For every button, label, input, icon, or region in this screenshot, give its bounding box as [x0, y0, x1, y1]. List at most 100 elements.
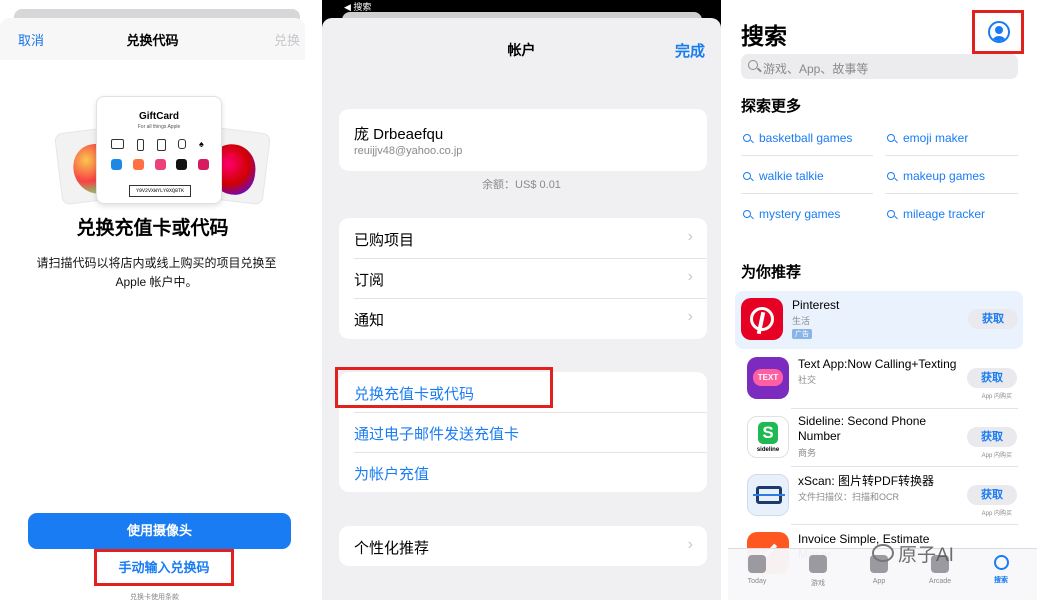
account-info-card[interactable]: 庞 Drbeaefqu reuijjv48@yahoo.co.jp	[339, 109, 707, 171]
highlight-box	[335, 367, 553, 408]
menu-item-notifications[interactable]: 通知 ›	[354, 298, 707, 338]
manual-entry-button[interactable]: 手动输入兑换码	[94, 549, 234, 586]
iphone-icon	[136, 139, 144, 151]
in-app-purchase-note: App 内购买	[981, 453, 1012, 459]
app-row-xscan[interactable]: xScan: 图片转PDF转换器 文件扫描仪：扫描和OCR 获取 App 内购买	[741, 467, 1022, 525]
star-icon	[198, 159, 209, 170]
app-row-sideline[interactable]: S sideline Sideline: Second Phone Number…	[741, 409, 1022, 467]
search-placeholder: 游戏、App、故事等	[763, 62, 869, 76]
arcade-icon	[132, 159, 144, 170]
device-icons: ♠	[111, 139, 209, 151]
account-balance: 余额：US$ 0.01	[482, 179, 561, 191]
app-row-pinterest[interactable]: Pinterest 生活 广告 获取	[735, 291, 1023, 349]
account-panel: ◀ 搜索 帐户 完成 庞 Drbeaefqu reuijjv48@yahoo.c…	[322, 0, 721, 600]
account-email: reuijjv48@yahoo.co.jp	[354, 145, 463, 157]
page-title: 搜索	[741, 23, 787, 49]
wechat-watermark-icon	[872, 544, 894, 562]
get-button[interactable]: 获取	[967, 427, 1017, 447]
airpods-icon: ♠	[199, 139, 204, 149]
watermark: 原子AI	[898, 545, 954, 566]
gift-card: GiftCard For all things Apple ♠ Y9V2VXWY…	[96, 96, 222, 204]
app-category: 生活	[792, 316, 811, 326]
divider	[885, 193, 1018, 194]
account-menu: 已购项目 › 订阅 › 通知 ›	[339, 218, 707, 339]
search-panel: 搜索 游戏、App、故事等 探索更多 basketball games emoj…	[728, 0, 1037, 600]
redeem-description: 请扫描代码以将店内或线上购买的项目兑换至 Apple 帐户中。	[36, 256, 277, 289]
search-icon	[743, 210, 751, 218]
gift-card-code: Y9V2VXWYLY0XQ8TK	[129, 185, 191, 197]
suggestion-link[interactable]: mileage tracker	[887, 207, 985, 221]
search-icon	[743, 172, 751, 180]
app-category: 文件扫描仪：扫描和OCR	[798, 492, 900, 502]
today-icon	[748, 555, 766, 573]
tab-today[interactable]: Today	[737, 555, 777, 585]
mac-icon	[111, 139, 124, 149]
pinterest-icon	[741, 298, 783, 340]
use-camera-button[interactable]: 使用摄像头	[28, 513, 291, 549]
menu-item-subscriptions[interactable]: 订阅 ›	[354, 258, 707, 298]
gift-card-subtitle: For all things Apple	[137, 124, 181, 130]
highlight-box	[972, 10, 1024, 54]
app-icons	[111, 159, 209, 170]
chevron-right-icon: ›	[687, 268, 693, 285]
in-app-purchase-note: App 内购买	[981, 394, 1012, 400]
menu-item-purchased[interactable]: 已购项目 ›	[354, 218, 707, 258]
divider	[741, 155, 873, 156]
suggestion-link[interactable]: basketball games	[743, 131, 852, 145]
ipad-icon	[156, 139, 166, 151]
done-button[interactable]: 完成	[675, 40, 705, 61]
suggestion-link[interactable]: walkie talkie	[743, 169, 824, 183]
terms-link[interactable]: 兑换卡使用条款	[130, 592, 179, 600]
rocket-icon	[809, 555, 827, 573]
personalized-recommendations[interactable]: 个性化推荐 ›	[339, 526, 707, 566]
redeem-button[interactable]: 兑换	[274, 30, 300, 49]
divider	[741, 193, 873, 194]
search-icon	[993, 555, 1009, 570]
app-name: Text App:Now Calling+Texting	[798, 357, 957, 371]
send-gift-card-link[interactable]: 通过电子邮件发送充值卡	[354, 412, 707, 452]
account-avatar-icon[interactable]	[988, 21, 1010, 43]
music-icon	[154, 159, 166, 170]
redeem-heading: 兑换充值卡或代码	[76, 218, 229, 239]
chevron-right-icon: ›	[687, 228, 693, 245]
watch-icon	[178, 139, 187, 149]
app-row-text-app[interactable]: TEXT Text App:Now Calling+Texting 社交 获取 …	[741, 350, 1022, 408]
in-app-purchase-note: App 内购买	[981, 511, 1012, 517]
search-icon	[748, 60, 758, 70]
redeem-code-panel: 取消 兑换代码 兑换 GiftCard For all things Apple…	[0, 0, 305, 600]
divider	[885, 155, 1018, 156]
get-button[interactable]: 获取	[967, 485, 1017, 505]
account-sheet: 帐户 完成 庞 Drbeaefqu reuijjv48@yahoo.co.jp …	[322, 18, 721, 600]
suggestion-link[interactable]: emoji maker	[887, 131, 968, 145]
tab-games[interactable]: 游戏	[798, 555, 838, 588]
redeem-header: 取消 兑换代码 兑换	[0, 18, 305, 60]
search-icon	[743, 134, 751, 142]
discover-title: 探索更多	[741, 98, 802, 115]
redeem-title: 兑换代码	[126, 33, 179, 48]
get-button[interactable]: 获取	[968, 309, 1018, 329]
app-name: Sideline: Second Phone Number	[798, 414, 927, 443]
search-input[interactable]: 游戏、App、故事等	[741, 54, 1018, 79]
chevron-right-icon: ›	[687, 308, 693, 325]
text-app-icon: TEXT	[747, 357, 789, 399]
xscan-icon	[747, 474, 789, 516]
chevron-right-icon: ›	[687, 536, 693, 553]
suggestion-link[interactable]: mystery games	[743, 207, 840, 221]
sideline-icon: S sideline	[747, 416, 789, 458]
app-category: 商务	[798, 448, 817, 458]
recommend-title: 为你推荐	[741, 264, 802, 281]
get-button[interactable]: 获取	[967, 368, 1017, 388]
account-name: 庞 Drbeaefqu	[354, 126, 444, 143]
tab-search[interactable]: 搜索	[981, 555, 1021, 585]
app-name: xScan: 图片转PDF转换器	[798, 474, 935, 488]
gift-card-brand: GiftCard	[139, 111, 179, 122]
account-title: 帐户	[507, 42, 536, 58]
app-store-icon	[111, 159, 122, 170]
search-icon	[887, 172, 895, 180]
add-funds-link[interactable]: 为帐户充值	[354, 452, 707, 492]
suggestion-link[interactable]: makeup games	[887, 169, 985, 183]
tv-icon	[176, 159, 188, 170]
menu-item-personalized[interactable]: 个性化推荐 ›	[354, 526, 707, 566]
search-icon	[887, 134, 895, 142]
ad-badge: 广告	[792, 329, 812, 339]
